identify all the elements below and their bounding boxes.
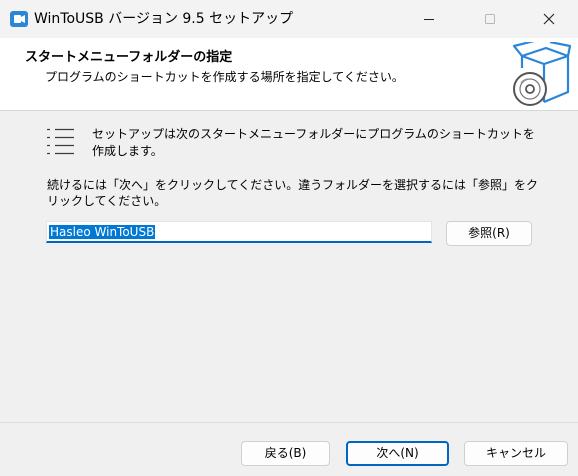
cancel-button[interactable]: キャンセル: [464, 441, 568, 466]
browse-button[interactable]: 参照(R): [446, 221, 532, 246]
box-with-disc-icon: [510, 38, 572, 108]
folder-name-value: Hasleo WinToUSB: [49, 225, 156, 239]
close-button[interactable]: [526, 0, 572, 38]
close-icon: [543, 13, 555, 25]
start-menu-description: セットアップは次のスタートメニューフォルダーにプログラムのショートカットを作成し…: [92, 127, 535, 158]
page-title: スタートメニューフォルダーの指定: [25, 50, 233, 65]
footer-divider: [0, 422, 578, 423]
page-header: スタートメニューフォルダーの指定 プログラムのショートカットを作成する場所を指定…: [0, 38, 578, 110]
title-bar[interactable]: WinToUSB バージョン 9.5 セットアップ: [0, 0, 578, 38]
minimize-button[interactable]: [406, 0, 452, 38]
next-button[interactable]: 次へ(N): [346, 441, 449, 466]
window-title: WinToUSB バージョン 9.5 セットアップ: [34, 11, 294, 27]
minimize-icon: [424, 19, 434, 20]
maximize-button: [467, 0, 513, 38]
back-button[interactable]: 戻る(B): [241, 441, 330, 466]
setup-window: WinToUSB バージョン 9.5 セットアップ スタートメニューフォルダーの…: [0, 0, 578, 476]
maximize-icon: [485, 14, 495, 24]
list-icon: [46, 127, 76, 159]
header-divider: [0, 110, 578, 111]
wintousb-app-icon: [10, 10, 28, 28]
start-menu-folder-input[interactable]: Hasleo WinToUSB: [46, 221, 432, 243]
instruction-text: 続けるには「次へ」をクリックしてください。違うフォルダーを選択するには「参照」を…: [47, 178, 539, 208]
page-subtitle: プログラムのショートカットを作成する場所を指定してください。: [45, 70, 404, 84]
